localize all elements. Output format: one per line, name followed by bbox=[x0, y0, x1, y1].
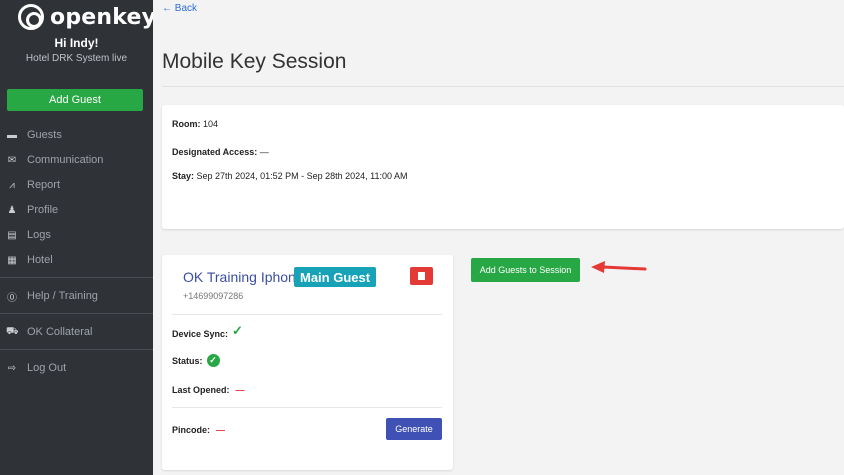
room-row: Room: 104 bbox=[172, 119, 218, 129]
sidebar-item-label: Log Out bbox=[27, 362, 67, 374]
sidebar-item-label: Hotel bbox=[27, 254, 53, 266]
sidebar-divider bbox=[0, 349, 153, 350]
sidebar-item-label: Guests bbox=[27, 129, 62, 141]
user-icon: ♟ bbox=[7, 204, 17, 216]
last-opened-label: Last Opened: bbox=[172, 385, 230, 395]
sidebar-item-communication[interactable]: ✉ Communication bbox=[0, 149, 153, 171]
sidebar-item-help[interactable]: ⓪ Help / Training bbox=[0, 285, 153, 307]
sidebar-item-guests[interactable]: ▬ Guests bbox=[0, 124, 153, 146]
sidebar: openkey Hi Indy! Hotel DRK System live A… bbox=[0, 0, 156, 475]
main-guest-badge: Main Guest bbox=[294, 267, 377, 287]
stay-row: Stay: Sep 27th 2024, 01:52 PM - Sep 28th… bbox=[172, 171, 408, 181]
sidebar-item-logs[interactable]: ▤ Logs bbox=[0, 224, 153, 246]
main-content: ← Back Mobile Key Session Room: 104 Desi… bbox=[153, 0, 844, 475]
bed-icon: ▬ bbox=[7, 129, 17, 141]
sidebar-item-hotel[interactable]: ▦ Hotel bbox=[0, 249, 153, 271]
session-info-card: Room: 104 Designated Access: — Stay: Sep… bbox=[162, 105, 844, 229]
logout-icon: ⇨ bbox=[7, 362, 17, 374]
check-icon: ✓ bbox=[232, 323, 243, 338]
page-title: Mobile Key Session bbox=[162, 50, 347, 73]
card-divider bbox=[172, 314, 442, 315]
access-label: Designated Access: bbox=[172, 147, 258, 157]
user-greeting: Hi Indy! bbox=[54, 36, 99, 50]
access-row: Designated Access: — bbox=[172, 147, 269, 157]
sidebar-divider bbox=[0, 313, 153, 314]
cart-icon: ⛟ bbox=[6, 325, 19, 337]
check-circle-icon: ✓ bbox=[206, 354, 220, 367]
sidebar-item-report[interactable]: ⩘ Report bbox=[0, 174, 153, 196]
chart-icon: ⩘ bbox=[9, 179, 15, 191]
stop-icon bbox=[418, 272, 425, 280]
back-link[interactable]: ← Back bbox=[162, 3, 197, 14]
building-icon: ▦ bbox=[7, 254, 17, 266]
device-sync-label: Device Sync: bbox=[172, 329, 229, 339]
pincode-value: — bbox=[216, 425, 226, 435]
sidebar-item-label: OK Collateral bbox=[27, 326, 93, 338]
sidebar-divider bbox=[0, 277, 153, 278]
logo-text: openkey bbox=[50, 4, 157, 30]
guest-name[interactable]: OK Training Iphone bbox=[183, 269, 304, 285]
status-row: Status: ✓ bbox=[172, 354, 220, 367]
access-value: — bbox=[259, 147, 269, 157]
sidebar-item-collateral[interactable]: ⛟ OK Collateral bbox=[0, 321, 153, 343]
openkey-logo[interactable]: openkey bbox=[18, 2, 156, 32]
sidebar-item-label: Help / Training bbox=[27, 290, 98, 302]
revoke-key-button[interactable] bbox=[410, 267, 433, 285]
add-guest-button[interactable]: Add Guest bbox=[7, 89, 143, 111]
guest-card: OK Training Iphone Main Guest +146990972… bbox=[162, 255, 453, 470]
sidebar-item-profile[interactable]: ♟ Profile bbox=[0, 199, 153, 221]
pincode-row: Pincode: — bbox=[172, 425, 225, 435]
status-label: Status: bbox=[172, 355, 203, 366]
sidebar-item-label: Profile bbox=[27, 204, 59, 216]
last-opened-value: — bbox=[235, 385, 245, 395]
hotel-name: Hotel DRK System live bbox=[25, 53, 128, 64]
last-opened-row: Last Opened: — bbox=[172, 385, 245, 395]
room-value: 104 bbox=[203, 119, 219, 129]
list-icon: ▤ bbox=[7, 229, 17, 241]
room-label: Room: bbox=[172, 119, 201, 129]
add-guests-to-session-button[interactable]: Add Guests to Session bbox=[471, 258, 580, 282]
title-divider bbox=[162, 86, 844, 87]
help-icon: ⓪ bbox=[7, 292, 17, 304]
generate-pincode-button[interactable]: Generate bbox=[386, 418, 442, 440]
envelope-icon: ✉ bbox=[7, 154, 17, 166]
sidebar-item-logout[interactable]: ⇨ Log Out bbox=[0, 357, 153, 379]
logo-icon bbox=[18, 4, 44, 30]
card-divider bbox=[172, 407, 442, 408]
guest-phone: +14699097286 bbox=[183, 291, 244, 301]
red-arrow-annotation bbox=[591, 261, 647, 273]
sidebar-item-label: Logs bbox=[27, 229, 51, 241]
sidebar-item-label: Report bbox=[27, 179, 61, 191]
stay-value: Sep 27th 2024, 01:52 PM - Sep 28th 2024,… bbox=[196, 171, 408, 181]
device-sync-row: Device Sync: ✓ bbox=[172, 323, 243, 339]
pincode-label: Pincode: bbox=[172, 425, 211, 435]
stay-label: Stay: bbox=[172, 171, 195, 181]
sidebar-item-label: Communication bbox=[27, 154, 104, 166]
